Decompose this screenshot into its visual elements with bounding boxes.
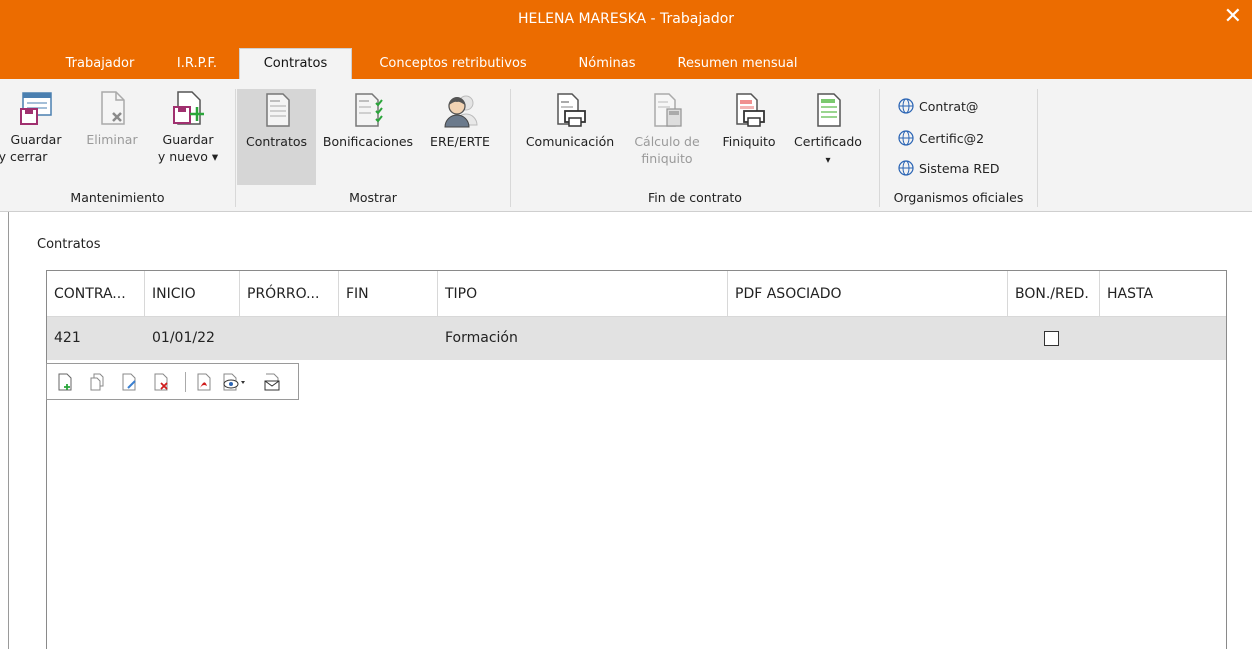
ere-erte-button[interactable]: ERE/ERTE [419, 91, 501, 161]
column-header-contrato[interactable]: CONTRA... [47, 271, 145, 317]
print-document-icon [557, 93, 586, 127]
bonificaciones-label: Bonificaciones [322, 134, 414, 149]
group-label-fin-de-contrato: Fin de contrato [648, 190, 742, 205]
save-new-icon [173, 91, 204, 125]
calculo-line2: finiquito [641, 151, 693, 166]
globe-icon [898, 160, 914, 176]
bonificaciones-button[interactable]: Bonificaciones [318, 91, 418, 161]
ribbon: Guardar y cerrar Eliminar Guardar y nuev… [0, 79, 1252, 212]
column-header-tipo[interactable]: TIPO [438, 271, 728, 317]
cell-prorroga [240, 317, 247, 360]
toolbar-separator [185, 372, 186, 392]
edit-document-icon[interactable] [120, 373, 138, 391]
contract-document-icon [265, 93, 290, 127]
calculo-finiquito-button[interactable]: Cálculo de finiquito [623, 91, 711, 181]
tab-nominas[interactable]: Nóminas [562, 51, 652, 79]
tab-contratos[interactable]: Contratos [239, 48, 352, 79]
save-close-icon [20, 92, 52, 125]
globe-icon [898, 130, 914, 146]
certificate-document-icon [817, 93, 841, 127]
contrata-label: Contrat@ [919, 98, 979, 114]
section-title: Contratos [37, 237, 101, 252]
bonificado-checkbox[interactable] [1044, 331, 1059, 346]
comunicacion-button[interactable]: Comunicación [517, 91, 623, 161]
certifica2-link[interactable]: Certific@2 [898, 130, 984, 146]
ribbon-separator [1037, 89, 1038, 207]
guardar-nuevo-line1: Guardar [162, 132, 214, 147]
calculator-document-icon [654, 93, 682, 127]
certificado-button[interactable]: Certificado ▾ [786, 91, 870, 181]
eliminar-button[interactable]: Eliminar [78, 89, 146, 159]
comunicacion-label: Comunicación [525, 134, 615, 149]
column-header-pdf-asociado[interactable]: PDF ASOCIADO [728, 271, 1008, 317]
tab-irpf[interactable]: I.R.P.F. [157, 51, 237, 79]
group-label-mostrar: Mostrar [349, 190, 397, 205]
checklist-icon [355, 93, 383, 127]
ere-erte-label: ERE/ERTE [430, 134, 490, 149]
column-header-bon-red[interactable]: BON./RED. [1008, 271, 1100, 317]
pdf-icon[interactable] [195, 373, 213, 391]
contrata-link[interactable]: Contrat@ [898, 98, 978, 114]
calculo-line1: Cálculo de [634, 134, 700, 149]
cell-contrato: 421 [54, 330, 81, 346]
certificado-dropdown: ▾ [825, 155, 831, 166]
column-header-inicio[interactable]: INICIO [145, 271, 240, 317]
guardar-nuevo-line2: y nuevo ▾ [157, 149, 219, 164]
cell-fin [339, 317, 346, 360]
delete-document-icon [101, 91, 125, 125]
table-row[interactable]: 421 01/01/22 Formación [47, 317, 1226, 360]
eliminar-label: Eliminar [86, 132, 138, 147]
guardar-y-cerrar-button[interactable]: Guardar y cerrar [0, 89, 72, 164]
tab-conceptos-retributivos[interactable]: Conceptos retributivos [358, 51, 548, 79]
cell-hasta [1100, 317, 1107, 360]
delete-document-icon[interactable] [152, 373, 170, 391]
window-border [8, 212, 9, 649]
cell-pdf-asociado [728, 317, 735, 360]
sistema-red-label: Sistema RED [919, 160, 1000, 176]
column-header-hasta[interactable]: HASTA [1100, 271, 1226, 317]
contratos-label: Contratos [245, 134, 308, 149]
certifica2-label: Certific@2 [919, 130, 985, 146]
cell-inicio: 01/01/22 [152, 330, 215, 346]
sistema-red-link[interactable]: Sistema RED [898, 160, 1000, 176]
view-icon[interactable] [221, 373, 247, 391]
close-icon[interactable]: ✕ [1224, 5, 1242, 29]
tab-resumen-mensual[interactable]: Resumen mensual [660, 51, 815, 79]
person-icon [444, 95, 478, 128]
guardar-cerrar-line1: Guardar [10, 132, 62, 147]
column-header-fin[interactable]: FIN [339, 271, 438, 317]
finiquito-label: Finiquito [722, 134, 776, 149]
window-title: HELENA MARESKA - Trabajador [517, 11, 735, 27]
cell-tipo: Formación [445, 330, 518, 346]
title-bar: HELENA MARESKA - Trabajador ✕ [0, 0, 1252, 39]
contratos-button[interactable]: Contratos [237, 89, 316, 185]
certificado-line1: Certificado [794, 134, 862, 149]
copy-document-icon[interactable] [88, 373, 106, 391]
email-icon[interactable] [263, 373, 281, 391]
globe-icon [898, 98, 914, 114]
finiquito-button[interactable]: Finiquito [712, 91, 786, 161]
contracts-grid: CONTRA... INICIO PRÓRRO... FIN TIPO PDF … [46, 270, 1227, 649]
grid-header: CONTRA... INICIO PRÓRRO... FIN TIPO PDF … [47, 271, 1226, 317]
group-label-mantenimiento: Mantenimiento [70, 190, 165, 205]
guardar-y-nuevo-button[interactable]: Guardar y nuevo ▾ [148, 89, 228, 164]
group-label-organismos-oficiales: Organismos oficiales [893, 190, 1024, 205]
column-header-prorroga[interactable]: PRÓRRO... [240, 271, 339, 317]
print-document-icon [736, 93, 765, 127]
tab-bar: Trabajador I.R.P.F. Contratos Conceptos … [0, 39, 1252, 79]
new-document-icon[interactable] [56, 373, 74, 391]
row-toolbar [46, 363, 299, 400]
tab-trabajador[interactable]: Trabajador [52, 51, 148, 79]
guardar-cerrar-line2: y cerrar [0, 149, 48, 164]
